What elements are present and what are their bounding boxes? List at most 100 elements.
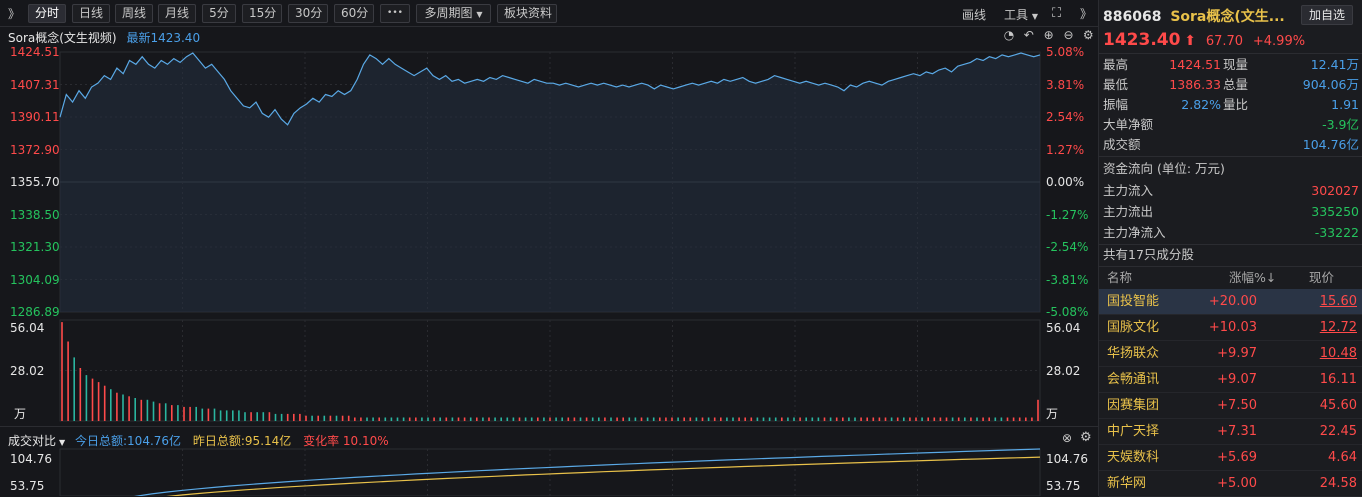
quote-value: 1424.51 xyxy=(1169,57,1221,72)
index-code: 886068 xyxy=(1103,9,1162,25)
price-change-pct: +4.99% xyxy=(1252,34,1306,49)
fund-flow-row: 主力净流入 -33222 xyxy=(1099,223,1362,243)
quote-label: 量比 xyxy=(1223,97,1249,112)
constituents-title-label: 共有17只成分股 xyxy=(1103,247,1194,262)
compare-label: 成交对比 xyxy=(8,434,57,448)
stock-price: 12.72 xyxy=(1319,320,1357,335)
table-row[interactable]: 因赛集团 +7.50 45.60 xyxy=(1099,393,1362,419)
caret-down-icon: ▼ xyxy=(59,438,66,447)
change-rate: 变化率 10.10% xyxy=(303,434,389,448)
chart-panel: 》 分时 日线 周线 月线 5分 15分 30分 60分 ••• 多周期图 ▼ … xyxy=(0,0,1098,496)
stock-name: 新华网 xyxy=(1107,476,1147,491)
quote-label: 最高 xyxy=(1103,57,1129,72)
intraday-chart[interactable] xyxy=(0,0,1098,496)
big-net-label: 大单净额 xyxy=(1103,117,1154,132)
compare-axis-bottom-right: 53.75 xyxy=(1046,479,1081,493)
divider xyxy=(1099,53,1362,54)
stock-price: 16.11 xyxy=(1319,372,1357,387)
table-row[interactable]: 天娱数科 +5.69 4.64 xyxy=(1099,445,1362,471)
today-turnover: 今日总额:104.76亿 xyxy=(75,434,182,448)
col-header-pct[interactable]: 涨幅%↓ xyxy=(1229,267,1276,289)
fund-flow-label: 主力流入 xyxy=(1103,183,1154,198)
stock-pct: +5.00 xyxy=(1217,476,1257,491)
fund-flow-label: 主力流出 xyxy=(1103,204,1154,219)
quote-value: 904.06万 xyxy=(1302,77,1359,92)
quote-title: 886068 Sora概念(文生... xyxy=(1103,6,1285,26)
table-row[interactable]: 新华网 +5.00 24.58 xyxy=(1099,471,1362,497)
stock-name: 国投智能 xyxy=(1107,294,1160,309)
stock-price: 15.60 xyxy=(1319,294,1357,309)
constituents-title: 共有17只成分股 xyxy=(1099,245,1362,265)
stock-name: 国脉文化 xyxy=(1107,320,1160,335)
quote-row: 最低 1386.33 总量 904.06万 xyxy=(1099,75,1362,95)
fund-flow-row: 主力流入 302027 xyxy=(1099,181,1362,201)
compare-header: 成交对比 ▼ 今日总额:104.76亿 昨日总额:95.14亿 变化率 10.10… xyxy=(8,432,389,449)
stock-price: 22.45 xyxy=(1319,424,1357,439)
quote-panel: 886068 Sora概念(文生... 加自选 1423.40 ⬆ 67.70 … xyxy=(1098,0,1362,497)
turnover-value: 104.76亿 xyxy=(1302,137,1359,152)
table-row[interactable]: 国脉文化 +10.03 12.72 xyxy=(1099,315,1362,341)
table-row[interactable]: 华扬联众 +9.97 10.48 xyxy=(1099,341,1362,367)
turnover-row: 成交额 104.76亿 xyxy=(1099,135,1362,155)
stock-pct: +10.03 xyxy=(1208,320,1257,335)
table-row[interactable]: 中广天择 +7.31 22.45 xyxy=(1099,419,1362,445)
fund-flow-value: -33222 xyxy=(1314,225,1359,240)
stock-pct: +9.97 xyxy=(1217,346,1257,361)
compare-axis-bottom-left: 53.75 xyxy=(10,479,45,493)
fund-flow-label: 主力净流入 xyxy=(1103,225,1166,240)
fund-flow-value: 302027 xyxy=(1311,183,1359,198)
quote-value: 2.82% xyxy=(1181,97,1221,112)
compare-axis-top-right: 104.76 xyxy=(1046,452,1088,466)
stock-pct: +9.07 xyxy=(1217,372,1257,387)
col-header-price[interactable]: 现价 xyxy=(1309,267,1334,289)
volume-axis-mid-right: 28.02 xyxy=(1046,364,1081,378)
divider xyxy=(1099,156,1362,157)
volume-axis-unit-left: 万 xyxy=(14,407,27,421)
up-arrow-icon: ⬆ xyxy=(1184,33,1196,49)
add-watchlist-button[interactable]: 加自选 xyxy=(1301,5,1353,25)
stock-pct: +5.69 xyxy=(1217,450,1257,465)
col-header-name[interactable]: 名称 xyxy=(1107,267,1132,289)
fund-flow-title: 资金流向 (单位: 万元) xyxy=(1099,159,1362,179)
compare-chart-frame xyxy=(59,448,1041,496)
price-change: 67.70 xyxy=(1205,34,1244,49)
quote-label: 最低 xyxy=(1103,77,1129,92)
big-net-row: 大单净额 -3.9亿 xyxy=(1099,115,1362,135)
stock-price: 45.60 xyxy=(1319,398,1357,413)
fund-flow-row: 主力流出 335250 xyxy=(1099,202,1362,222)
quote-value: 12.41万 xyxy=(1310,57,1359,72)
stock-pct: +20.00 xyxy=(1208,294,1257,309)
yesterday-turnover-line xyxy=(166,456,1041,496)
stock-name: 华扬联众 xyxy=(1107,346,1160,361)
yesterday-turnover: 昨日总额:95.14亿 xyxy=(192,434,292,448)
stock-pct: +7.31 xyxy=(1217,424,1257,439)
stock-price: 24.58 xyxy=(1319,476,1357,491)
table-row[interactable]: 会畅通讯 +9.07 16.11 xyxy=(1099,367,1362,393)
stock-name: 会畅通讯 xyxy=(1107,372,1160,387)
stock-name: 中广天择 xyxy=(1107,424,1160,439)
constituents-header: 名称 涨幅%↓ 现价 xyxy=(1099,267,1362,289)
stock-price: 4.64 xyxy=(1328,450,1357,465)
fund-flow-title-label: 资金流向 (单位: 万元) xyxy=(1103,161,1225,176)
compare-dropdown[interactable]: 成交对比 ▼ xyxy=(8,434,65,448)
settings-gear-icon[interactable]: ⚙ xyxy=(1080,430,1092,445)
table-row[interactable]: 国投智能 +20.00 15.60 xyxy=(1099,289,1362,315)
quote-label: 现量 xyxy=(1223,57,1249,72)
stock-name: 因赛集团 xyxy=(1107,398,1160,413)
volume-axis-top-left: 56.04 xyxy=(10,321,45,335)
volume-axis-unit-right: 万 xyxy=(1046,407,1059,421)
stock-pct: +7.50 xyxy=(1217,398,1257,413)
big-net-value: -3.9亿 xyxy=(1322,117,1359,132)
price-line: 1423.40 ⬆ 67.70 +4.99% xyxy=(1103,30,1305,50)
volume-axis-top-right: 56.04 xyxy=(1046,321,1081,335)
quote-row: 最高 1424.51 现量 12.41万 xyxy=(1099,55,1362,75)
quote-label: 振幅 xyxy=(1103,97,1129,112)
quote-value: 1.91 xyxy=(1331,97,1359,112)
quote-row: 振幅 2.82% 量比 1.91 xyxy=(1099,95,1362,115)
close-icon[interactable]: ⊗ xyxy=(1062,431,1072,445)
compare-axis-top-left: 104.76 xyxy=(10,452,52,466)
current-price: 1423.40 xyxy=(1103,30,1181,50)
turnover-label: 成交额 xyxy=(1103,137,1141,152)
stock-name: 天娱数科 xyxy=(1107,450,1160,465)
index-name: Sora概念(文生... xyxy=(1170,9,1285,25)
